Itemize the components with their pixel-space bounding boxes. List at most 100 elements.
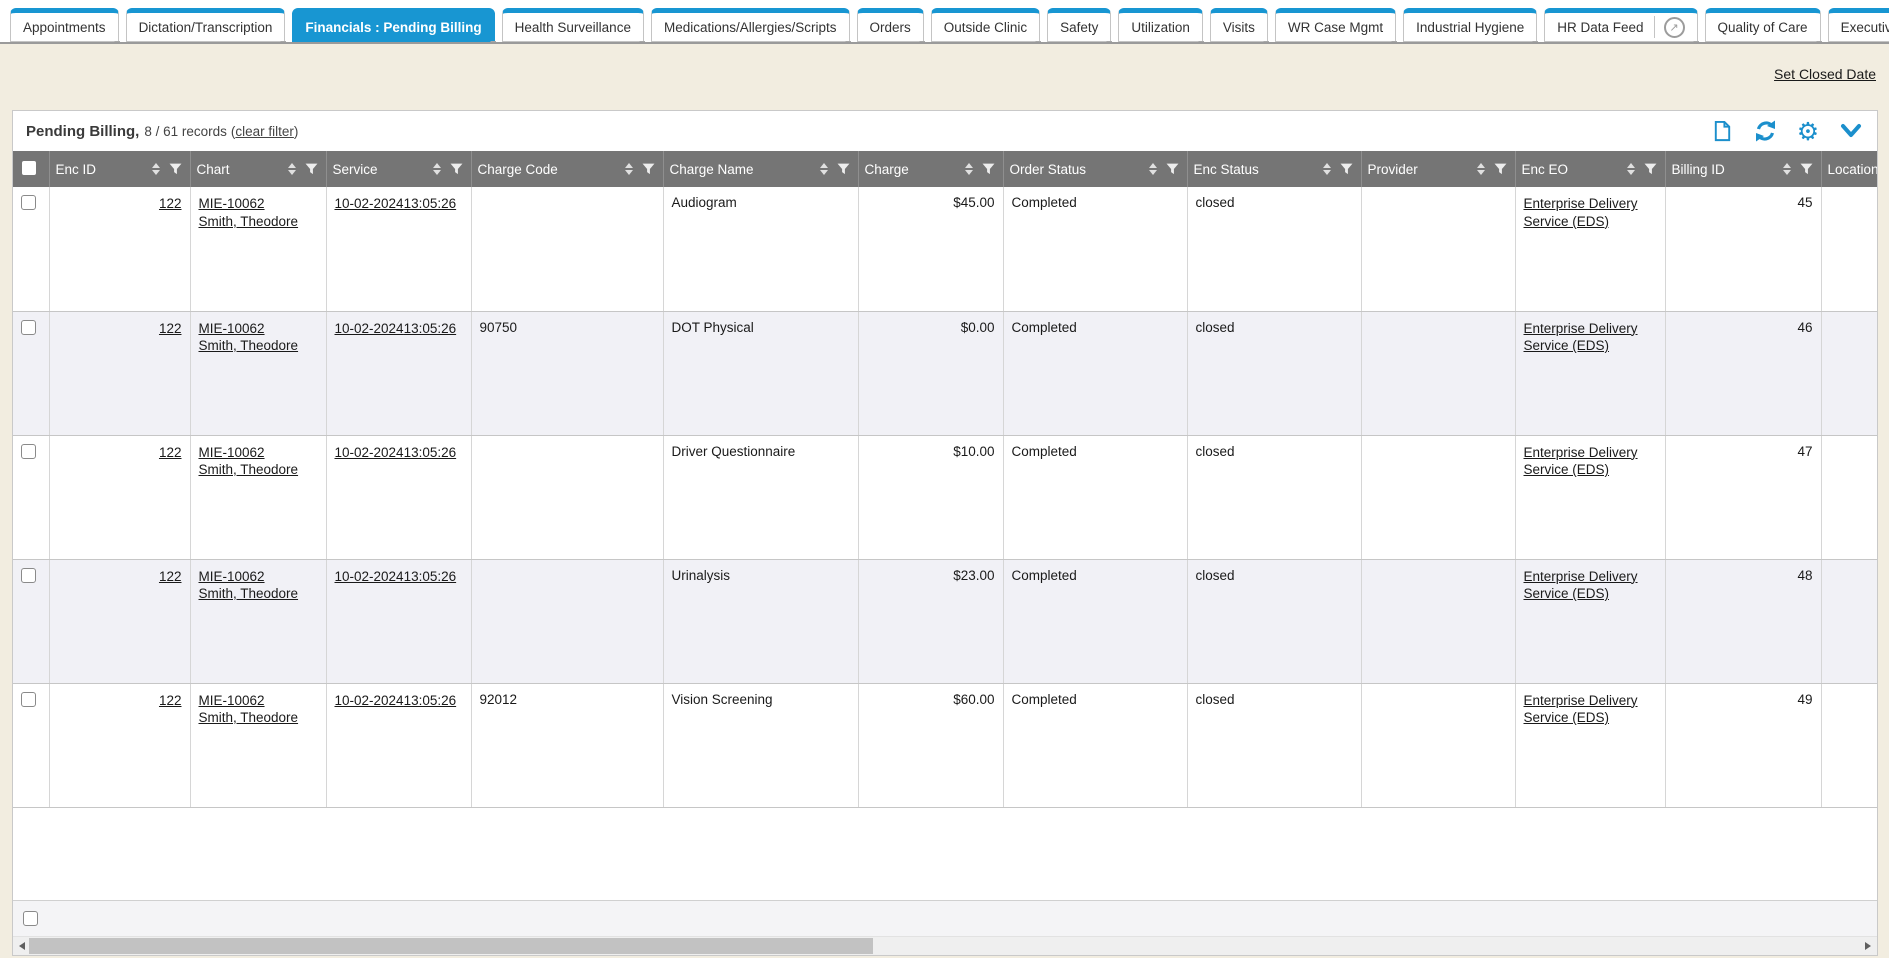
chart-id-link[interactable]: MIE-10062 <box>199 444 265 462</box>
row-checkbox[interactable] <box>21 320 36 335</box>
settings-button[interactable]: ⚙ <box>1795 118 1821 144</box>
sort-icon[interactable] <box>1627 163 1635 175</box>
tab-utilization[interactable]: Utilization <box>1118 8 1203 42</box>
filter-icon[interactable] <box>837 163 850 175</box>
tab-orders[interactable]: Orders <box>857 8 924 42</box>
clear-filter-link[interactable]: clear filter <box>235 124 294 139</box>
sort-icon[interactable] <box>1149 163 1157 175</box>
filter-icon[interactable] <box>1340 163 1353 175</box>
enc-id-link[interactable]: 122 <box>159 320 182 338</box>
enc-eo-link[interactable]: Enterprise Delivery Service (EDS) <box>1524 444 1657 479</box>
filter-icon[interactable] <box>169 163 182 175</box>
row-checkbox[interactable] <box>21 568 36 583</box>
column-header-enc-status[interactable]: Enc Status <box>1187 151 1361 187</box>
enc-id-link[interactable]: 122 <box>159 568 182 586</box>
patient-name-link[interactable]: Smith, Theodore <box>199 709 299 727</box>
cell-billing-id: 49 <box>1665 683 1821 807</box>
chart-id-link[interactable]: MIE-10062 <box>199 195 265 213</box>
tab-medications-allergies-scripts[interactable]: Medications/Allergies/Scripts <box>651 8 850 42</box>
column-header-service[interactable]: Service <box>326 151 471 187</box>
patient-name-link[interactable]: Smith, Theodore <box>199 585 299 603</box>
service-time-link[interactable]: 13:05:26 <box>404 692 457 710</box>
scrollbar-thumb[interactable] <box>29 938 873 954</box>
service-time-link[interactable]: 13:05:26 <box>404 320 457 338</box>
tab-wr-case-mgmt[interactable]: WR Case Mgmt <box>1275 8 1396 42</box>
tab-health-surveillance[interactable]: Health Surveillance <box>502 8 644 42</box>
row-checkbox[interactable] <box>21 692 36 707</box>
patient-name-link[interactable]: Smith, Theodore <box>199 337 299 355</box>
hr-data-feed-external-section[interactable]: ↗ <box>1654 16 1685 38</box>
service-date-link[interactable]: 10-02-2024 <box>335 444 404 462</box>
scroll-right-icon[interactable] <box>1865 942 1871 950</box>
column-header-enc-id[interactable]: Enc ID <box>49 151 190 187</box>
filter-icon[interactable] <box>1166 163 1179 175</box>
horizontal-scrollbar[interactable] <box>13 936 1877 955</box>
tab-appointments[interactable]: Appointments <box>10 8 119 42</box>
column-header-location[interactable]: Location <box>1821 151 1877 187</box>
tab-financials-pending-billing[interactable]: Financials : Pending Billing <box>292 8 494 42</box>
column-header-charge[interactable]: Charge <box>858 151 1003 187</box>
filter-icon[interactable] <box>1644 163 1657 175</box>
sort-icon[interactable] <box>965 163 973 175</box>
service-date-link[interactable]: 10-02-2024 <box>335 692 404 710</box>
filter-icon[interactable] <box>1800 163 1813 175</box>
service-date-link[interactable]: 10-02-2024 <box>335 568 404 586</box>
tab-safety[interactable]: Safety <box>1047 8 1111 42</box>
sort-icon[interactable] <box>820 163 828 175</box>
filter-icon[interactable] <box>450 163 463 175</box>
column-header-order-status[interactable]: Order Status <box>1003 151 1187 187</box>
service-time-link[interactable]: 13:05:26 <box>404 444 457 462</box>
column-header-charge-name[interactable]: Charge Name <box>663 151 858 187</box>
tab-outside-clinic[interactable]: Outside Clinic <box>931 8 1040 42</box>
enc-id-link[interactable]: 122 <box>159 195 182 213</box>
column-header-billing-id[interactable]: Billing ID <box>1665 151 1821 187</box>
enc-eo-link[interactable]: Enterprise Delivery Service (EDS) <box>1524 692 1657 727</box>
sort-icon[interactable] <box>1477 163 1485 175</box>
header-select-all-cell <box>13 151 49 187</box>
cell-enc-status: closed <box>1187 311 1361 435</box>
select-all-checkbox[interactable] <box>22 161 36 175</box>
filter-icon[interactable] <box>642 163 655 175</box>
enc-id-link[interactable]: 122 <box>159 692 182 710</box>
set-closed-date-link[interactable]: Set Closed Date <box>1774 66 1876 82</box>
scroll-left-icon[interactable] <box>19 942 25 950</box>
service-date-link[interactable]: 10-02-2024 <box>335 195 404 213</box>
column-header-enc-eo[interactable]: Enc EO <box>1515 151 1665 187</box>
row-checkbox[interactable] <box>21 444 36 459</box>
tab-quality-of-care[interactable]: Quality of Care <box>1705 8 1821 42</box>
enc-eo-link[interactable]: Enterprise Delivery Service (EDS) <box>1524 568 1657 603</box>
sort-icon[interactable] <box>288 163 296 175</box>
new-document-button[interactable] <box>1709 118 1735 144</box>
sort-icon[interactable] <box>152 163 160 175</box>
column-header-charge-code[interactable]: Charge Code <box>471 151 663 187</box>
sort-icon[interactable] <box>1323 163 1331 175</box>
patient-name-link[interactable]: Smith, Theodore <box>199 213 299 231</box>
tab-hr-data-feed[interactable]: HR Data Feed ↗ <box>1544 8 1697 42</box>
column-header-provider[interactable]: Provider <box>1361 151 1515 187</box>
tab-visits[interactable]: Visits <box>1210 8 1268 42</box>
enc-eo-link[interactable]: Enterprise Delivery Service (EDS) <box>1524 320 1657 355</box>
refresh-button[interactable] <box>1752 118 1778 144</box>
chart-id-link[interactable]: MIE-10062 <box>199 320 265 338</box>
service-time-link[interactable]: 13:05:26 <box>404 568 457 586</box>
sort-icon[interactable] <box>625 163 633 175</box>
tab-executive-dashboard[interactable]: Executive Das <box>1828 8 1889 42</box>
service-time-link[interactable]: 13:05:26 <box>404 195 457 213</box>
enc-eo-link[interactable]: Enterprise Delivery Service (EDS) <box>1524 195 1657 230</box>
filter-icon[interactable] <box>305 163 318 175</box>
chart-id-link[interactable]: MIE-10062 <box>199 568 265 586</box>
service-date-link[interactable]: 10-02-2024 <box>335 320 404 338</box>
sort-icon[interactable] <box>1783 163 1791 175</box>
column-header-chart[interactable]: Chart <box>190 151 326 187</box>
patient-name-link[interactable]: Smith, Theodore <box>199 461 299 479</box>
tab-industrial-hygiene[interactable]: Industrial Hygiene <box>1403 8 1537 42</box>
footer-checkbox[interactable] <box>23 911 38 926</box>
sort-icon[interactable] <box>433 163 441 175</box>
collapse-button[interactable] <box>1838 118 1864 144</box>
filter-icon[interactable] <box>982 163 995 175</box>
row-checkbox[interactable] <box>21 195 36 210</box>
filter-icon[interactable] <box>1494 163 1507 175</box>
tab-dictation-transcription[interactable]: Dictation/Transcription <box>126 8 286 42</box>
enc-id-link[interactable]: 122 <box>159 444 182 462</box>
chart-id-link[interactable]: MIE-10062 <box>199 692 265 710</box>
